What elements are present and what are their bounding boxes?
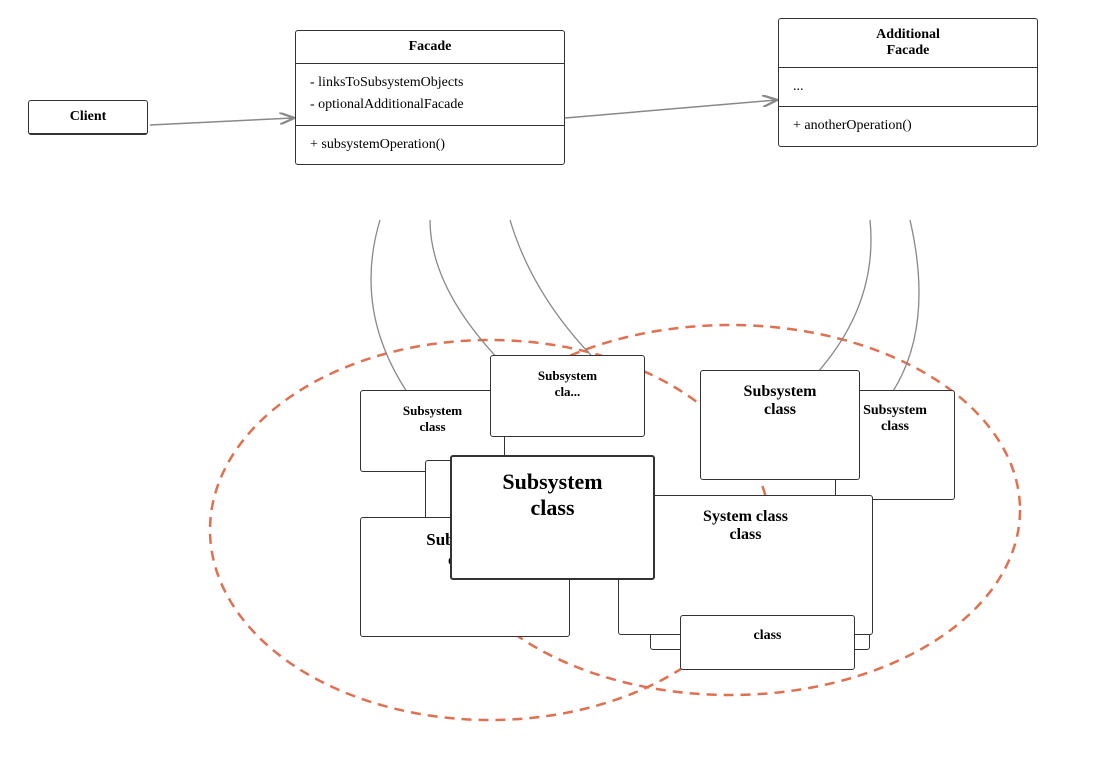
additional-facade-methods: + anotherOperation() — [779, 107, 1037, 145]
facade-methods: + subsystemOperation() — [296, 126, 564, 164]
client-label: Client — [29, 101, 147, 134]
additional-facade-header: Additional Facade — [779, 19, 1037, 68]
client-box: Client — [28, 100, 148, 135]
subsystem-label-10: class — [754, 628, 782, 643]
subsystem-box-10: class — [680, 615, 855, 670]
subsystem-label-7: System classclass — [703, 508, 788, 543]
subsystem-box-3: Subsystemclass — [700, 370, 860, 480]
additional-facade-method-1: + anotherOperation() — [793, 115, 1023, 137]
facade-attr-1: - linksToSubsystemObjects — [310, 72, 550, 94]
facade-box: Facade - linksToSubsystemObjects - optio… — [295, 30, 565, 165]
facade-method-1: + subsystemOperation() — [310, 134, 550, 156]
subsystem-box-5: Subsystemclass — [450, 455, 655, 580]
facade-header: Facade — [296, 31, 564, 64]
additional-facade-box: Additional Facade ... + anotherOperation… — [778, 18, 1038, 147]
additional-facade-attributes: ... — [779, 68, 1037, 107]
subsystem-label-5: Subsystemclass — [502, 469, 602, 520]
subsystem-box-7: System classclass — [618, 495, 873, 635]
additional-facade-attr-1: ... — [793, 76, 1023, 98]
facade-attr-2: - optionalAdditionalFacade — [310, 94, 550, 116]
subsystem-box-2: Subsystemcla... — [490, 355, 645, 437]
subsystem-label-2: Subsystemcla... — [538, 368, 597, 399]
subsystem-label-8: Subsystemclass — [863, 403, 927, 434]
diagram-container: Client Facade - linksToSubsystemObjects … — [0, 0, 1120, 760]
facade-attributes: - linksToSubsystemObjects - optionalAddi… — [296, 64, 564, 126]
subsystem-label-1: Subsystemclass — [403, 403, 462, 434]
subsystem-label-3: Subsystemclass — [744, 383, 817, 418]
